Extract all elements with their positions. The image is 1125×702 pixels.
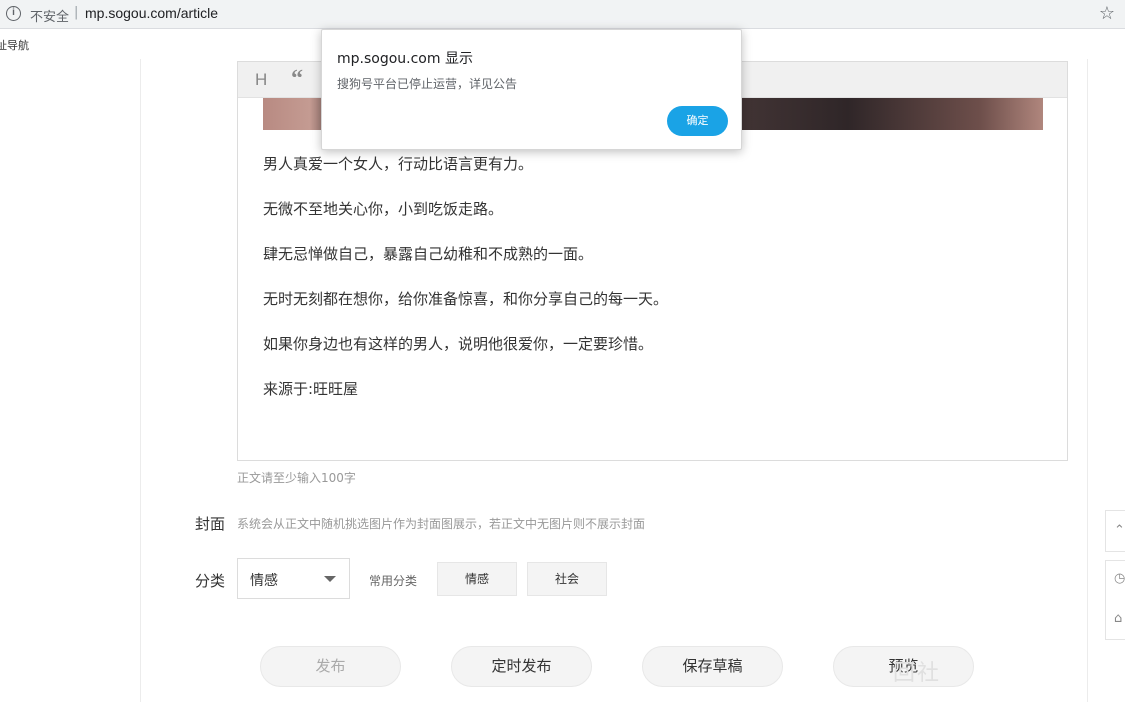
paragraph: 男人真爱一个女人，行动比语言更有力。	[263, 155, 534, 173]
side-toolbar: ⌃ ◷ ⌂	[1105, 510, 1125, 640]
alert-dialog: mp.sogou.com 显示 搜狗号平台已停止运营，详见公告 确定	[321, 29, 742, 150]
page-divider-right	[1087, 59, 1088, 702]
side-tool-group: ◷ ⌂	[1105, 560, 1125, 640]
clock-icon[interactable]: ◷	[1114, 571, 1125, 586]
bookmark-star-icon[interactable]: ☆	[1099, 3, 1115, 24]
paragraph: 无微不至地关心你，小到吃饭走路。	[263, 200, 504, 218]
page-divider-left	[140, 59, 141, 702]
publish-button[interactable]: 发布	[260, 646, 401, 687]
schedule-publish-button[interactable]: 定时发布	[451, 646, 592, 687]
caret-down-icon	[324, 576, 336, 582]
category-label: 分类	[195, 572, 226, 590]
save-draft-button[interactable]: 保存草稿	[642, 646, 783, 687]
browser-address-bar: i 不安全 | mp.sogou.com/article ☆	[0, 0, 1125, 29]
address-separator: |	[74, 5, 79, 20]
back-to-top-button[interactable]: ⌃	[1105, 510, 1125, 552]
dialog-ok-button[interactable]: 确定	[667, 106, 728, 136]
quote-icon[interactable]: “	[291, 66, 303, 93]
insecure-label[interactable]: 不安全	[30, 6, 69, 25]
category-tag-emotion[interactable]: 情感	[437, 562, 517, 596]
chevron-up-icon: ⌃	[1114, 523, 1125, 538]
paragraph: 无时无刻都在想你，给你准备惊喜，和你分享自己的每一天。	[263, 290, 669, 308]
dialog-title: mp.sogou.com 显示	[337, 51, 473, 67]
bookmark-nav-item[interactable]: 址导航	[0, 37, 29, 53]
cover-description: 系统会从正文中随机挑选图片作为封面图展示，若正文中无图片则不展示封面	[237, 517, 646, 531]
cover-label: 封面	[195, 515, 226, 533]
word-count-hint: 正文请至少输入100字	[237, 471, 356, 485]
paragraph: 如果你身边也有这样的男人，说明他很爱你，一定要珍惜。	[263, 335, 654, 353]
common-category-label: 常用分类	[369, 574, 418, 588]
info-icon[interactable]: i	[6, 6, 21, 21]
paragraph: 肆无忌惮做自己，暴露自己幼稚和不成熟的一面。	[263, 245, 594, 263]
dialog-message: 搜狗号平台已停止运营，详见公告	[337, 77, 518, 91]
heading-icon[interactable]: H	[255, 70, 267, 90]
paragraph: 来源于:旺旺屋	[263, 380, 359, 398]
category-tag-society[interactable]: 社会	[527, 562, 607, 596]
watermark: 回社	[893, 661, 942, 686]
address-url[interactable]: mp.sogou.com/article	[85, 5, 218, 21]
category-select[interactable]: 情感	[237, 558, 350, 599]
graduation-cap-icon[interactable]: ⌂	[1114, 611, 1122, 626]
article-body[interactable]: 男人真爱一个女人，行动比语言更有力。 无微不至地关心你，小到吃饭走路。 肆无忌惮…	[263, 154, 1043, 424]
category-selected-value: 情感	[250, 573, 278, 589]
